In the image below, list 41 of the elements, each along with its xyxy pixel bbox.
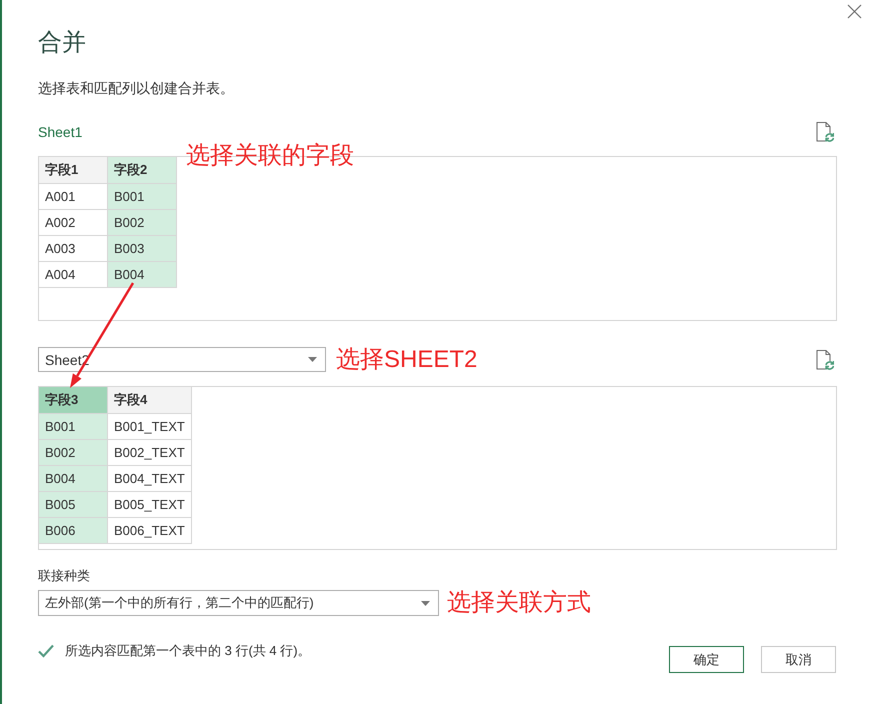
table-cell: B004	[38, 466, 108, 492]
table-cell: B001	[108, 184, 176, 210]
ok-button[interactable]: 确定	[669, 646, 744, 673]
table-cell: A002	[38, 210, 108, 236]
table-cell: B004_TEXT	[108, 466, 192, 492]
table-name: Sheet1	[38, 123, 82, 142]
column-header[interactable]: 字段4	[108, 386, 192, 414]
refresh-button[interactable]	[815, 348, 835, 370]
table-cell: B006	[38, 518, 108, 544]
join-kind-label: 联接种类	[38, 567, 90, 585]
annotation-text: 选择关联方式	[447, 589, 591, 617]
table-cell: B004	[108, 262, 176, 288]
table-cell: A001	[38, 184, 108, 210]
table-cell: B002_TEXT	[108, 440, 192, 466]
refresh-button[interactable]	[815, 121, 835, 143]
column-header[interactable]: 字段3	[38, 386, 108, 414]
dialog-title: 合并	[38, 28, 86, 58]
table-cell: A003	[38, 236, 108, 262]
table-cell: B002	[108, 210, 176, 236]
refresh-icon	[816, 350, 834, 370]
join-kind-dropdown[interactable]: 左外部(第一个中的所有行，第二个中的匹配行)	[38, 590, 439, 616]
table-cell: B001	[38, 414, 108, 440]
table-cell: B001_TEXT	[108, 414, 192, 440]
caret-icon	[421, 600, 430, 606]
annotation-text: 选择SHEET2	[336, 346, 478, 374]
cancel-button[interactable]: 取消	[761, 646, 836, 673]
table-cell: B002	[38, 440, 108, 466]
refresh-icon	[816, 122, 834, 142]
annotation-text: 选择关联的字段	[186, 142, 354, 170]
status-message: 所选内容匹配第一个表中的 3 行(共 4 行)。	[65, 642, 311, 660]
close-button[interactable]	[845, 2, 864, 21]
table-cell: B005_TEXT	[108, 492, 192, 518]
close-icon	[847, 4, 862, 19]
table-cell: B003	[108, 236, 176, 262]
caret-icon	[308, 357, 317, 362]
dialog-description: 选择表和匹配列以创建合并表。	[38, 79, 234, 98]
table-cell: B006_TEXT	[108, 518, 192, 544]
column-header[interactable]: 字段2	[108, 156, 176, 184]
column-header[interactable]: 字段1	[38, 156, 108, 184]
table-cell: B005	[38, 492, 108, 518]
table-cell: A004	[38, 262, 108, 288]
